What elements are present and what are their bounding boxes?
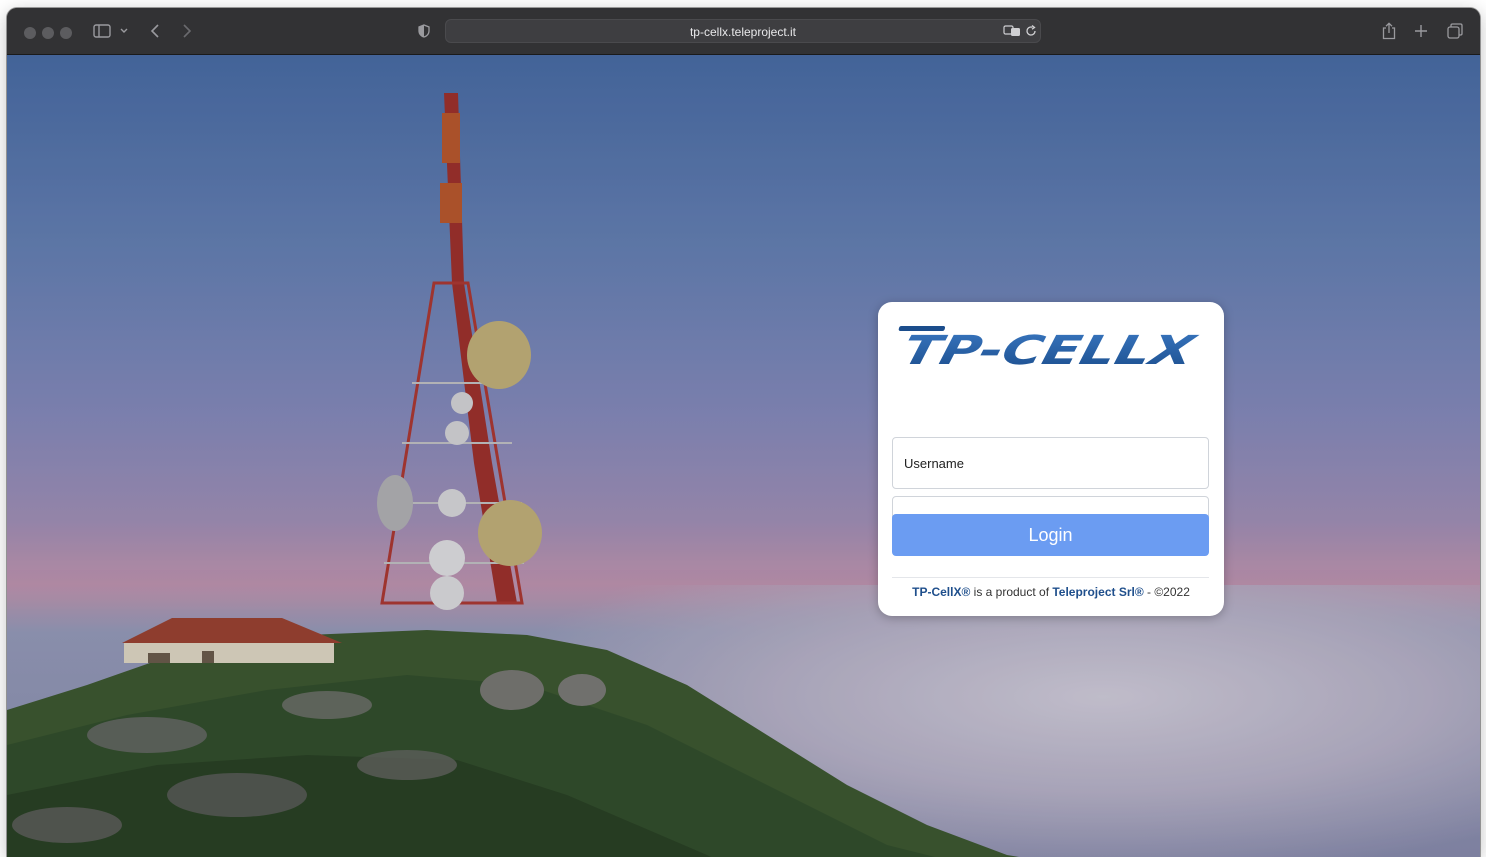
username-field[interactable] bbox=[892, 437, 1209, 489]
footer-product-link[interactable]: TP-CellX® bbox=[912, 585, 970, 599]
address-bar[interactable]: tp-cellx.teleproject.it bbox=[445, 19, 1041, 43]
page-content: TP-CELLX Login TP-CellX® is a product of… bbox=[7, 55, 1480, 857]
login-button[interactable]: Login bbox=[892, 514, 1209, 556]
back-icon[interactable] bbox=[147, 20, 163, 42]
browser-window: tp-cellx.teleproject.it TP-CELLX Usernam… bbox=[7, 8, 1480, 857]
translate-icon[interactable] bbox=[1002, 22, 1022, 40]
browser-toolbar: tp-cellx.teleproject.it bbox=[7, 8, 1480, 55]
page-dim-overlay bbox=[7, 55, 1480, 857]
close-window-button[interactable] bbox=[24, 27, 36, 39]
new-tab-icon[interactable] bbox=[1413, 20, 1429, 42]
forward-icon[interactable] bbox=[179, 20, 195, 42]
tp-cellx-logo: TP-CELLX bbox=[898, 326, 1202, 368]
footer-text: TP-CellX® is a product of Teleproject Sr… bbox=[878, 585, 1224, 599]
tab-overview-icon[interactable] bbox=[1446, 20, 1464, 42]
username-input[interactable] bbox=[904, 454, 1194, 472]
zoom-window-button[interactable] bbox=[60, 27, 72, 39]
sidebar-toggle-icon[interactable] bbox=[91, 20, 113, 42]
footer-middle-text: is a product of bbox=[970, 585, 1053, 599]
footer-company-link[interactable]: Teleproject Srl® bbox=[1052, 585, 1143, 599]
share-icon[interactable] bbox=[1381, 20, 1397, 42]
chevron-down-icon[interactable] bbox=[118, 20, 130, 42]
minimize-window-button[interactable] bbox=[42, 27, 54, 39]
footer-copyright: - ©2022 bbox=[1143, 585, 1190, 599]
privacy-shield-icon[interactable] bbox=[416, 20, 432, 42]
reload-icon[interactable] bbox=[1024, 22, 1038, 40]
login-card: TP-CELLX Login TP-CellX® is a product of… bbox=[878, 302, 1224, 616]
url-text: tp-cellx.teleproject.it bbox=[689, 25, 797, 39]
svg-text:TP-CELLX: TP-CELLX bbox=[898, 327, 1202, 368]
footer-divider bbox=[892, 577, 1209, 578]
